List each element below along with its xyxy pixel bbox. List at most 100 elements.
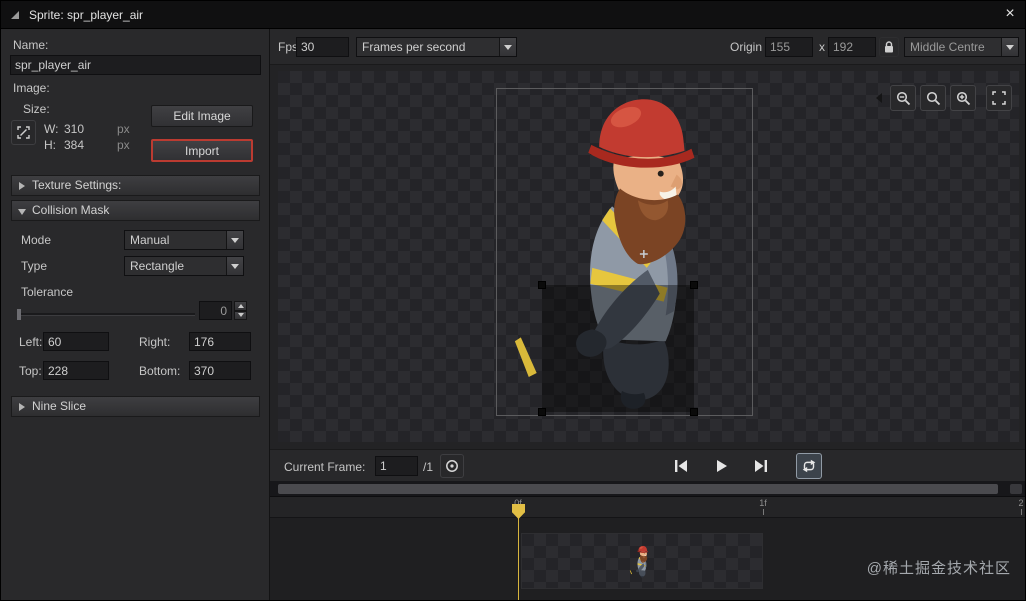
mask-top-field[interactable] (43, 361, 109, 380)
sprite-editor-window: Sprite: spr_player_air × Name: Image: Si… (0, 0, 1026, 601)
chevron-right-icon (19, 403, 25, 411)
import-button[interactable]: Import (151, 139, 253, 162)
mask-left-field[interactable] (43, 332, 109, 351)
texture-settings-header[interactable]: Texture Settings: (11, 175, 260, 196)
width-label: W: (44, 122, 59, 136)
canvas-area (270, 65, 1025, 449)
width-unit: px (117, 122, 130, 136)
chevron-down-icon (18, 209, 26, 215)
texture-settings-label: Texture Settings: (32, 178, 122, 192)
timeline-ruler[interactable]: 0f 1f 2 (270, 497, 1025, 518)
scrollbar-thumb[interactable] (278, 484, 998, 494)
close-button[interactable]: × (1001, 5, 1019, 23)
fps-mode-value: Frames per second (362, 40, 466, 54)
titlebar[interactable]: Sprite: spr_player_air (1, 1, 1025, 29)
mask-handle-bottom-left[interactable] (538, 408, 546, 416)
tick-label: 2 (1018, 498, 1024, 508)
collision-mask-header[interactable]: Collision Mask (11, 200, 260, 221)
skip-end-icon (755, 460, 767, 472)
scrollbar-grip[interactable] (1010, 484, 1022, 494)
name-label: Name: (13, 38, 49, 52)
tick-label: 1f (759, 498, 767, 508)
fit-to-window-button[interactable] (986, 85, 1012, 111)
origin-separator: x (819, 40, 825, 54)
spinner-down-button[interactable] (234, 310, 247, 320)
mode-dropdown[interactable]: Manual (124, 230, 244, 250)
resize-sprite-button[interactable] (11, 120, 36, 145)
sprite-toolbar: Fps Frames per second Origin x Middle Ce… (270, 29, 1025, 65)
zoom-in-icon (956, 91, 970, 105)
timeline-tick: 1f (751, 498, 775, 515)
lock-icon (885, 41, 893, 53)
image-label: Image: (13, 81, 50, 95)
frame-thumbnail[interactable] (628, 536, 654, 587)
spinner-up-button[interactable] (234, 301, 247, 311)
zoom-out-button[interactable] (890, 85, 916, 111)
current-frame-label: Current Frame: (284, 460, 366, 474)
chevron-right-icon (19, 182, 25, 190)
origin-mode-value: Middle Centre (910, 40, 985, 54)
tolerance-field[interactable] (199, 301, 232, 320)
skip-to-end-button[interactable] (750, 456, 772, 476)
edit-image-button[interactable]: Edit Image (151, 105, 253, 127)
onion-skin-button[interactable] (440, 454, 464, 478)
skip-start-icon (675, 460, 687, 472)
tolerance-spinner (234, 301, 247, 320)
nine-slice-label: Nine Slice (32, 399, 87, 413)
total-frames-label: /1 (423, 460, 434, 474)
slider-handle[interactable] (17, 309, 21, 320)
collapse-toolbar-icon[interactable] (876, 93, 882, 103)
skip-to-start-button[interactable] (670, 456, 692, 476)
mask-left-label: Left: (19, 335, 43, 349)
onion-skin-icon (446, 460, 458, 472)
mask-handle-top-right[interactable] (690, 281, 698, 289)
zoom-out-icon (896, 91, 910, 105)
collision-mask-rect[interactable] (538, 281, 698, 416)
sprite-image-frame (496, 88, 753, 416)
collapse-icon[interactable] (11, 11, 19, 19)
tolerance-slider[interactable] (17, 309, 195, 320)
dropdown-arrow-icon (226, 257, 243, 275)
mask-bottom-field[interactable] (189, 361, 251, 380)
fps-mode-dropdown[interactable]: Frames per second (356, 37, 517, 57)
type-dropdown[interactable]: Rectangle (124, 256, 244, 276)
mode-label: Mode (21, 233, 52, 247)
height-unit: px (117, 138, 130, 152)
zoom-in-button[interactable] (950, 85, 976, 111)
properties-panel: Name: Image: Size: W: 310 px H: 384 px E… (1, 29, 270, 600)
mask-handle-bottom-right[interactable] (690, 408, 698, 416)
type-value: Rectangle (130, 259, 185, 273)
fps-field[interactable] (296, 37, 349, 57)
mask-right-label: Right: (139, 335, 171, 349)
loop-toggle-button[interactable] (796, 453, 822, 479)
timeline-scrollbar[interactable] (270, 481, 1025, 497)
mask-handle-top-left[interactable] (538, 281, 546, 289)
watermark: @稀土掘金技术社区 (866, 560, 1011, 577)
zoom-reset-button[interactable] (920, 85, 946, 111)
origin-x-field[interactable] (765, 37, 813, 57)
sprite-canvas[interactable] (278, 71, 1019, 442)
mask-right-field[interactable] (189, 332, 251, 351)
origin-y-field[interactable] (828, 37, 876, 57)
mask-bottom-label: Bottom: (139, 364, 181, 378)
type-label: Type (21, 259, 48, 273)
frame-controls-bar: Current Frame: /1 (270, 449, 1025, 481)
nine-slice-header[interactable]: Nine Slice (11, 396, 260, 417)
zoom-controls (876, 85, 1012, 111)
current-frame-field[interactable] (375, 456, 418, 476)
zoom-reset-icon (926, 91, 940, 105)
dropdown-arrow-icon (1001, 38, 1018, 56)
origin-mode-dropdown[interactable]: Middle Centre (904, 37, 1019, 57)
fit-icon (992, 91, 1006, 105)
height-value: 384 (64, 138, 85, 152)
origin-label: Origin (730, 40, 763, 54)
mask-top-label: Top: (19, 364, 42, 378)
play-button[interactable] (710, 456, 732, 476)
origin-lock-button[interactable] (879, 37, 899, 57)
playhead-line (518, 518, 519, 600)
width-value: 310 (64, 122, 85, 136)
collision-mask-label: Collision Mask (32, 203, 110, 217)
name-field[interactable] (10, 55, 261, 75)
height-label: H: (44, 138, 56, 152)
dropdown-arrow-icon (499, 38, 516, 56)
